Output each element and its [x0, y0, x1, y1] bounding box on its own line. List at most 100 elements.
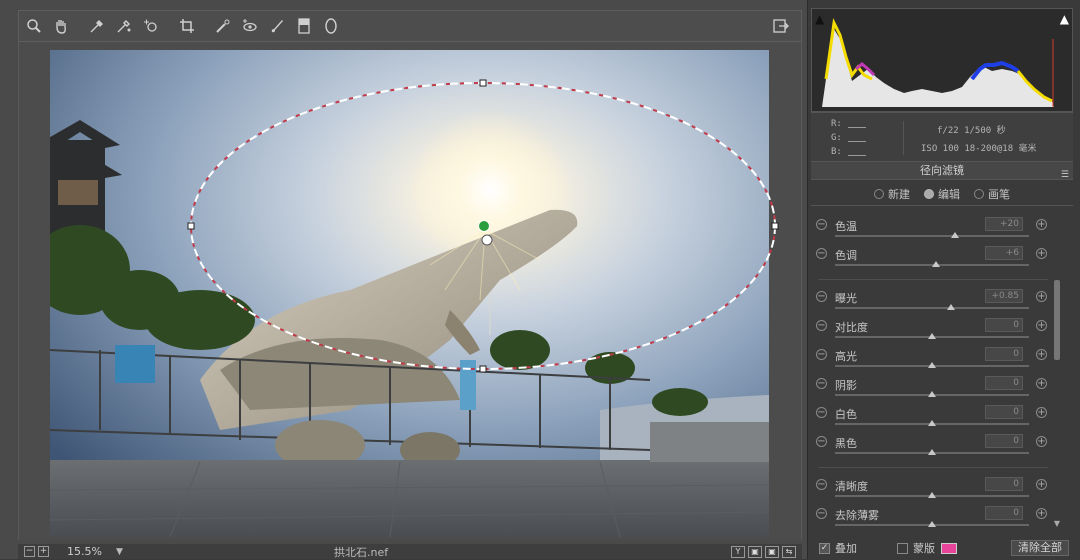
minus-icon[interactable]: − [816, 320, 827, 331]
overlay-checkbox[interactable]: ✓ [819, 542, 830, 554]
spot-removal-icon[interactable] [211, 14, 235, 38]
slider-label: 阴影 [835, 379, 857, 392]
minus-icon[interactable]: − [816, 219, 827, 230]
slider-label: 高光 [835, 350, 857, 363]
mask-color-swatch[interactable] [941, 542, 957, 554]
slider-track[interactable] [835, 492, 1029, 498]
mode-new[interactable]: 新建 [874, 186, 910, 202]
slider-row: − 黑色 0 + [811, 431, 1055, 460]
crop-icon[interactable] [175, 14, 199, 38]
minus-icon[interactable]: − [816, 479, 827, 490]
radio-icon[interactable] [974, 188, 984, 199]
plus-icon[interactable]: + [1036, 248, 1047, 259]
slider-value-field[interactable]: 0 [985, 477, 1023, 491]
plus-icon[interactable]: + [1036, 291, 1047, 302]
mask-toggle[interactable]: 蒙版 [897, 540, 957, 556]
slider-track[interactable] [835, 391, 1029, 397]
chevron-down-icon[interactable]: ▼ [116, 547, 123, 557]
slider-thumb[interactable] [928, 362, 936, 368]
slider-thumb[interactable] [951, 232, 960, 238]
minus-icon[interactable]: − [816, 291, 827, 302]
plus-icon[interactable]: + [1036, 378, 1047, 389]
slider-track[interactable] [835, 333, 1029, 339]
slider-row: − 去除薄雾 0 + [811, 503, 1055, 532]
plus-icon[interactable]: + [1036, 436, 1047, 447]
zoom-out-button[interactable]: − [24, 546, 35, 557]
slider-thumb[interactable] [947, 304, 956, 310]
before-after-toggle-button[interactable]: Y [731, 545, 745, 558]
color-sampler-icon[interactable] [112, 14, 136, 38]
slider-value-field[interactable]: 0 [985, 405, 1023, 419]
image-info: R: G: B: f/22 1/500 秒 ISO 100 18-200@18 … [811, 112, 1073, 162]
minus-icon[interactable]: − [816, 508, 827, 519]
mode-edit[interactable]: 编辑 [924, 186, 960, 202]
swap-settings-button[interactable]: ⇆ [782, 545, 796, 558]
section-divider [818, 279, 1048, 280]
slider-value-field[interactable]: 0 [985, 318, 1023, 332]
radial-filter-icon[interactable] [319, 14, 343, 38]
panel-scrollbar[interactable]: ▼ [1052, 210, 1062, 528]
slider-value-field[interactable]: +0.85 [985, 289, 1023, 303]
slider-row: − 白色 0 + [811, 402, 1055, 431]
radio-icon[interactable] [924, 188, 934, 199]
red-eye-icon[interactable] [238, 14, 262, 38]
shadow-clip-icon[interactable]: ▲ [815, 12, 824, 26]
slider-value-field[interactable]: 0 [985, 347, 1023, 361]
slider-track[interactable] [835, 521, 1029, 527]
plus-icon[interactable]: + [1036, 407, 1047, 418]
slider-track[interactable] [835, 362, 1029, 368]
zoom-level[interactable]: 15.5% [67, 545, 102, 558]
slider-value-field[interactable]: 0 [985, 376, 1023, 390]
hand-icon[interactable] [49, 14, 73, 38]
slider-track[interactable] [835, 304, 1029, 310]
tools-toolbar [18, 10, 802, 42]
plus-icon[interactable]: + [1036, 219, 1047, 230]
mode-brush[interactable]: 画笔 [974, 186, 1010, 202]
slider-thumb[interactable] [928, 521, 936, 527]
minus-icon[interactable]: − [816, 248, 827, 259]
slider-value-field[interactable]: 0 [985, 434, 1023, 448]
eyedropper-icon[interactable] [85, 14, 109, 38]
slider-track[interactable] [835, 232, 1029, 238]
slider-thumb[interactable] [928, 420, 936, 426]
slider-thumb[interactable] [928, 391, 936, 397]
slider-label: 去除薄雾 [835, 509, 879, 522]
radio-icon[interactable] [874, 188, 884, 199]
target-adjust-icon[interactable] [139, 14, 163, 38]
overlay-toggle[interactable]: ✓ 叠加 [819, 540, 857, 556]
slider-track[interactable] [835, 420, 1029, 426]
info-divider [903, 121, 904, 155]
minus-icon[interactable]: − [816, 407, 827, 418]
minus-icon[interactable]: − [816, 436, 827, 447]
minus-icon[interactable]: − [816, 349, 827, 360]
slider-thumb[interactable] [928, 492, 936, 498]
plus-icon[interactable]: + [1036, 320, 1047, 331]
slider-thumb[interactable] [931, 261, 940, 267]
photo-preview[interactable] [50, 50, 769, 537]
slider-value-field[interactable]: 0 [985, 506, 1023, 520]
scroll-thumb[interactable] [1054, 280, 1060, 360]
histogram: ▲ ▲ [811, 8, 1073, 112]
graduated-filter-icon[interactable] [292, 14, 316, 38]
clear-all-button[interactable]: 清除全部 [1011, 540, 1069, 556]
minus-icon[interactable]: − [816, 378, 827, 389]
plus-icon[interactable]: + [1036, 508, 1047, 519]
zoom-icon[interactable] [22, 14, 46, 38]
chevron-down-icon[interactable]: ▼ [1052, 519, 1062, 528]
adjustment-brush-icon[interactable] [265, 14, 289, 38]
view-split-button[interactable]: ▣ [765, 545, 779, 558]
highlight-clip-icon[interactable]: ▲ [1060, 12, 1069, 26]
slider-value-field[interactable]: +20 [985, 217, 1023, 231]
slider-track[interactable] [835, 261, 1029, 267]
zoom-in-button[interactable]: + [38, 546, 49, 557]
slider-thumb[interactable] [928, 333, 936, 339]
aperture-shutter: f/22 1/500 秒 [937, 126, 1006, 136]
slider-thumb[interactable] [928, 449, 936, 455]
plus-icon[interactable]: + [1036, 479, 1047, 490]
slider-track[interactable] [835, 449, 1029, 455]
mask-checkbox[interactable] [897, 542, 908, 554]
plus-icon[interactable]: + [1036, 349, 1047, 360]
slider-value-field[interactable]: +6 [985, 246, 1023, 260]
export-icon[interactable] [769, 14, 793, 38]
view-mode-button[interactable]: ▣ [748, 545, 762, 558]
